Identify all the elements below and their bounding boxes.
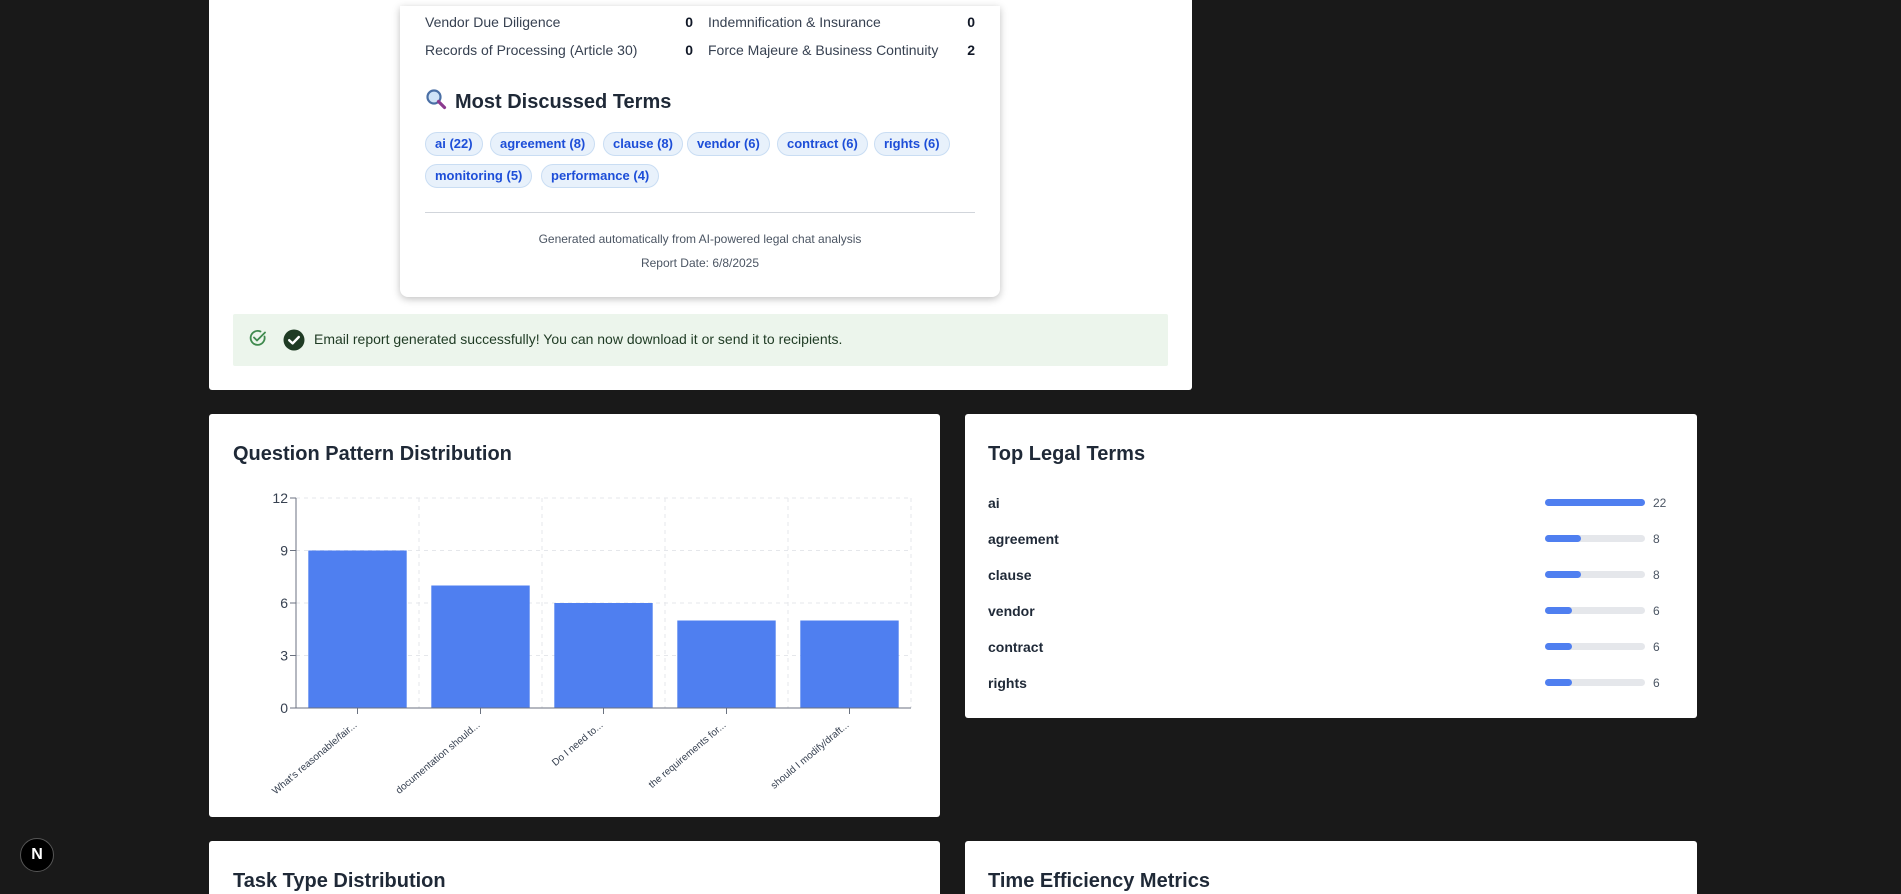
term-label: contract <box>988 639 1044 655</box>
category-value: 2 <box>967 42 975 58</box>
term-bar-track <box>1545 643 1645 650</box>
magnifier-icon <box>425 88 447 116</box>
term-bar-track <box>1545 535 1645 542</box>
y-tick-label: 9 <box>280 543 288 559</box>
report-divider <box>425 212 975 213</box>
term-chip[interactable]: ai (22) <box>425 132 483 156</box>
time-efficiency-title: Time Efficiency Metrics <box>988 870 1210 892</box>
term-label: rights <box>988 675 1027 691</box>
term-chip[interactable]: performance (4) <box>541 164 660 188</box>
category-label: Vendor Due Diligence <box>425 14 561 30</box>
term-count: 22 <box>1653 496 1667 510</box>
top-legal-terms-title: Top Legal Terms <box>988 443 1146 465</box>
term-bar-fill <box>1545 535 1582 542</box>
y-tick-label: 6 <box>280 595 288 611</box>
term-bar-fill <box>1545 643 1573 650</box>
term-chip[interactable]: agreement (8) <box>490 132 596 156</box>
report-footer-generated: Generated automatically from AI-powered … <box>538 232 862 246</box>
x-tick-label: the requirements for... <box>647 720 729 791</box>
check-circle-icon <box>283 329 305 356</box>
term-label: clause <box>988 567 1032 583</box>
question-pattern-chart: 0 3 6 9 12 What's reasonable/fair... documenta… <box>270 490 912 797</box>
category-value: 0 <box>685 42 693 58</box>
bar <box>677 620 776 708</box>
term-bar-track <box>1545 571 1645 578</box>
term-bar-fill <box>1545 607 1573 614</box>
category-label: Records of Processing (Article 30) <box>425 42 638 58</box>
term-count: 6 <box>1653 640 1660 654</box>
question-pattern-title: Question Pattern Distribution <box>233 443 512 465</box>
check-circle-outline-icon <box>248 328 268 353</box>
report-footer-date: Report Date: 6/8/2025 <box>640 256 760 270</box>
most-discussed-terms-heading: Most Discussed Terms <box>425 88 671 116</box>
bar <box>554 603 653 708</box>
term-label: vendor <box>988 603 1035 619</box>
term-bar-fill <box>1545 571 1582 578</box>
dev-badge-letter: N <box>31 846 43 863</box>
category-value: 0 <box>685 14 693 30</box>
y-tick-label: 12 <box>272 490 288 506</box>
term-chip[interactable]: vendor (6) <box>687 132 770 156</box>
term-chip[interactable]: monitoring (5) <box>425 164 533 188</box>
bar <box>800 620 899 708</box>
bar <box>431 585 530 708</box>
category-value: 0 <box>967 14 975 30</box>
term-count: 8 <box>1653 532 1660 546</box>
category-label: Indemnification & Insurance <box>708 14 881 30</box>
success-message: Email report generated successfully! You… <box>314 331 843 347</box>
term-count: 8 <box>1653 568 1660 582</box>
term-bar-track <box>1545 607 1645 614</box>
term-bar-fill <box>1545 499 1645 506</box>
x-tick-label: documentation should... <box>394 720 482 797</box>
x-tick-label: What's reasonable/fair... <box>270 720 359 797</box>
terms-heading-text: Most Discussed Terms <box>455 90 672 113</box>
x-tick-label: should I modify/draft... <box>769 720 851 792</box>
x-tick-label: Do I need to... <box>550 720 605 769</box>
term-label: agreement <box>988 531 1059 547</box>
task-type-title: Task Type Distribution <box>233 870 446 892</box>
term-bar-fill <box>1545 679 1573 686</box>
term-chip[interactable]: contract (6) <box>777 132 868 156</box>
term-chip[interactable]: rights (6) <box>874 132 950 156</box>
term-bar-track <box>1545 499 1645 506</box>
nextjs-dev-badge-icon[interactable]: N <box>20 838 54 872</box>
term-count: 6 <box>1653 676 1660 690</box>
term-bar-track <box>1545 679 1645 686</box>
bar <box>308 550 407 708</box>
y-tick-label: 0 <box>280 700 288 716</box>
category-label: Force Majeure & Business Continuity <box>708 42 939 58</box>
term-chip[interactable]: clause (8) <box>603 132 683 156</box>
term-label: ai <box>988 495 1000 511</box>
y-tick-label: 3 <box>280 648 288 664</box>
term-count: 6 <box>1653 604 1660 618</box>
